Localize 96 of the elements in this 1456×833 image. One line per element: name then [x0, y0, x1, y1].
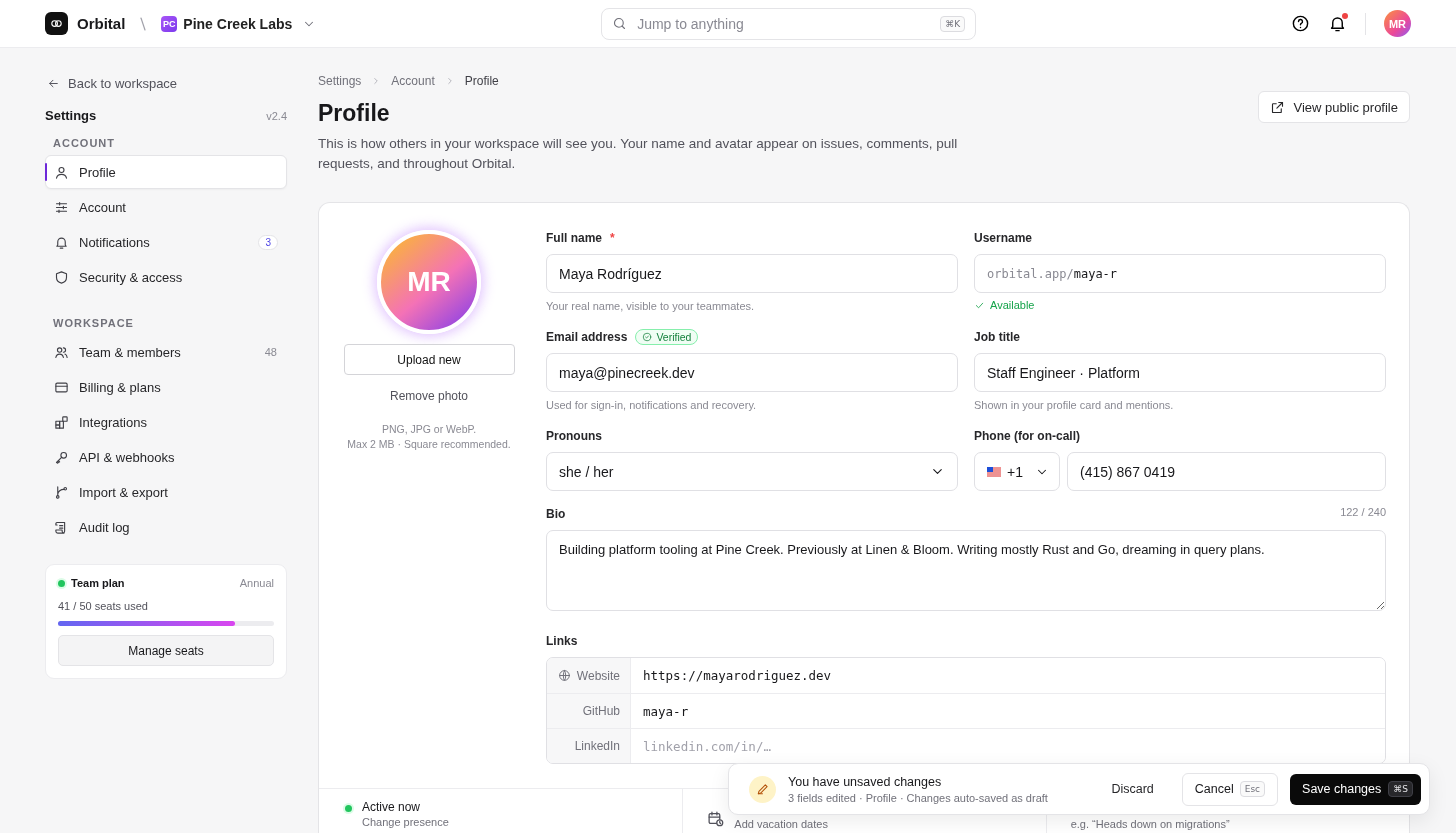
flag-icon: [987, 466, 1001, 477]
url-prefix: orbital.app/: [987, 266, 1074, 281]
external-link-icon: [1270, 99, 1286, 115]
presence-status: Active now: [362, 800, 422, 814]
calendar-icon: [707, 810, 725, 827]
slash-icon: [139, 16, 148, 31]
required-mark: *: [610, 231, 615, 245]
section-heading: ACCOUNT: [53, 137, 116, 149]
manage-seats-button[interactable]: Manage seats: [58, 635, 274, 666]
breadcrumb-item: Profile: [464, 74, 499, 88]
help-text: Used for sign-in, notifications and recovery.: [546, 399, 758, 411]
field-label: Phone (for on-call): [974, 429, 1080, 443]
toast-detail: 3 fields edited · Profile · Changes auto-saved as draft: [788, 791, 1049, 804]
field-label: Job title: [974, 330, 1020, 344]
shortcut-key: ⌘K: [940, 15, 966, 32]
member-count: 48: [264, 346, 277, 358]
link-label: GitHub: [582, 704, 620, 718]
bell-icon: [54, 234, 69, 250]
breadcrumb-item[interactable]: Settings: [318, 74, 362, 88]
workspace-badge: PC: [161, 15, 178, 32]
field-label: Bio: [546, 507, 566, 521]
email-field[interactable]: maya@pinecreek.dev: [546, 353, 958, 392]
help-button[interactable]: [1291, 14, 1310, 33]
change-presence-link[interactable]: Change presence: [362, 816, 449, 828]
person-icon: [54, 164, 69, 180]
bio-field[interactable]: Building platform tooling at Pine Creek. Previously at Linen & Bloom. Writing mostly Rust and Go, dreaming in query plans.: [546, 530, 1386, 611]
sidebar-item[interactable]: Profile: [45, 155, 287, 189]
character-counter: 122 / 240: [1340, 506, 1386, 520]
sidebar-title: Settings: [45, 108, 97, 123]
field-label: Email address: [546, 330, 628, 344]
plan-name: Team plan: [71, 577, 126, 589]
breadcrumb-item[interactable]: Account: [391, 74, 435, 88]
version-label: v2.4: [266, 109, 287, 122]
workspace-switcher[interactable]: PC Pine Creek Labs: [161, 15, 317, 32]
toast-title: You have unsaved changes: [788, 774, 943, 789]
help-text: Your real name, visible to your teammates.: [546, 300, 756, 312]
sidebar-item[interactable]: Account: [45, 190, 287, 224]
country-code-dropdown[interactable]: +1: [974, 452, 1060, 491]
app-name: Orbital: [77, 15, 126, 32]
count-badge: 3: [258, 234, 278, 250]
upload-hint: Max 2 MB · Square recommended.: [347, 437, 511, 452]
blocks-icon: [54, 414, 69, 430]
shield-icon: [54, 269, 69, 285]
username-field[interactable]: orbital.app/maya-r: [974, 254, 1386, 293]
pronouns-dropdown[interactable]: she / her: [546, 452, 958, 491]
name-field[interactable]: Maya Rodríguez: [546, 254, 958, 293]
notifications-button[interactable]: [1328, 14, 1347, 33]
cancel-button[interactable]: Cancel Esc: [1181, 772, 1279, 806]
sidebar-item[interactable]: Audit log: [45, 510, 287, 544]
sidebar-item[interactable]: Team & members 48: [45, 335, 287, 369]
search-input[interactable]: Jump to anything: [635, 14, 933, 33]
field-label: Pronouns: [546, 429, 602, 443]
link-label: LinkedIn: [574, 739, 620, 753]
page-description: This is how others in your workspace will see you. Your name and avatar appear on issues, comments, pull requests, and throughout Orbital.: [318, 135, 959, 173]
field-label: Links: [546, 634, 578, 648]
key-icon: [54, 449, 69, 465]
shortcut-key: ⌘S: [1388, 781, 1413, 797]
shortcut-key: Esc: [1239, 781, 1266, 797]
billing-period: Annual: [239, 577, 274, 589]
card-icon: [54, 379, 69, 395]
help-text: Shown in your profile card and mentions.: [974, 399, 1175, 411]
branch-icon: [54, 484, 69, 500]
job-title-field[interactable]: Staff Engineer · Platform: [974, 353, 1386, 392]
availability-status: Available: [974, 299, 1386, 311]
people-icon: [54, 344, 69, 360]
search-icon: [612, 16, 628, 31]
link-label: Website: [576, 668, 620, 683]
links-table[interactable]: Website https://mayarodriguez.dev GitHub maya-r LinkedIn linkedin.com/in/…: [546, 657, 1386, 764]
globe-icon: [557, 669, 571, 682]
phone-field[interactable]: (415) 867 0419: [1067, 452, 1386, 491]
sidebar-item[interactable]: API & webhooks: [45, 440, 287, 474]
field-label: Username: [974, 231, 1033, 245]
sidebar-item[interactable]: Import & export: [45, 475, 287, 509]
check-circle-icon: [642, 332, 653, 342]
vacation-hint: Add vacation dates: [734, 818, 828, 831]
search-bar[interactable]: Jump to anything ⌘K: [601, 7, 977, 40]
section-heading: WORKSPACE: [53, 317, 135, 329]
sidebar-item[interactable]: Billing & plans: [45, 370, 287, 404]
sidebar-item[interactable]: Security & access: [45, 260, 287, 294]
page-title: Profile: [318, 99, 391, 128]
upload-button[interactable]: Upload new: [343, 344, 515, 375]
seat-usage: 41 / 50 seats used: [58, 600, 149, 612]
save-button[interactable]: Save changes ⌘S: [1290, 773, 1421, 805]
sidebar-item[interactable]: Notifications 3: [45, 225, 287, 259]
remove-photo-link[interactable]: Remove photo: [389, 389, 468, 403]
verified-badge: Verified: [635, 329, 699, 345]
view-public-profile-button[interactable]: View public profile: [1258, 91, 1410, 123]
back-link-text[interactable]: Back to workspace: [68, 75, 178, 91]
upload-hint: PNG, JPG or WebP.: [380, 422, 478, 437]
pencil-icon: [755, 782, 770, 796]
sidebar-item[interactable]: Integrations: [45, 405, 287, 439]
app-logo: [45, 12, 68, 35]
field-label: Full name: [546, 231, 602, 245]
sliders-icon: [54, 199, 69, 215]
username-input[interactable]: maya-r: [1073, 266, 1373, 281]
discard-button[interactable]: Discard: [1105, 781, 1160, 797]
